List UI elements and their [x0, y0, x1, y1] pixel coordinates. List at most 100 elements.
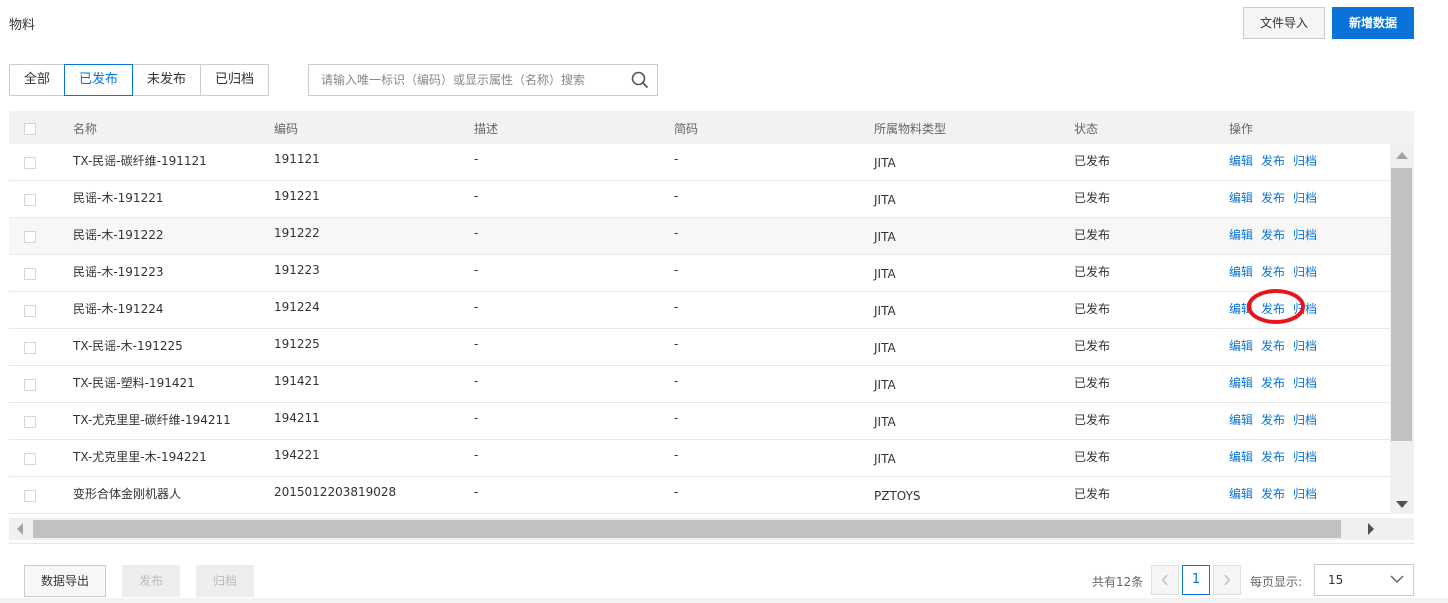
edit-link[interactable]: 编辑: [1229, 189, 1253, 206]
table-header: 名称 编码 描述 简码 所属物料类型 状态 操作: [9, 111, 1414, 144]
cell-code: 194221: [274, 448, 320, 462]
edit-link[interactable]: 编辑: [1229, 374, 1253, 391]
bulk-publish-button[interactable]: 发布: [122, 565, 180, 597]
per-page-select[interactable]: 15: [1314, 564, 1414, 596]
cell-description: -: [474, 226, 479, 240]
publish-link[interactable]: 发布: [1261, 337, 1285, 354]
archive-link[interactable]: 归档: [1293, 485, 1317, 502]
cell-short-code: -: [674, 263, 679, 277]
add-data-button[interactable]: 新增数据: [1332, 7, 1414, 39]
per-page-label: 每页显示:: [1250, 575, 1303, 589]
publish-link[interactable]: 发布: [1261, 226, 1285, 243]
column-header-description: 描述: [474, 122, 499, 136]
edit-link[interactable]: 编辑: [1229, 263, 1253, 280]
archive-link[interactable]: 归档: [1293, 300, 1317, 317]
table-row: TX-尤克里里-碳纤维-194211 194211 - - JITA 已发布 编…: [9, 403, 1390, 440]
scroll-down-arrow-icon[interactable]: [1396, 501, 1408, 508]
row-checkbox[interactable]: [24, 305, 36, 317]
edit-link[interactable]: 编辑: [1229, 337, 1253, 354]
scroll-up-arrow-icon[interactable]: [1396, 152, 1408, 159]
tab-archived[interactable]: 已归档: [200, 64, 270, 96]
scroll-right-arrow-icon[interactable]: [1368, 523, 1374, 535]
cell-material-type: JITA: [874, 378, 896, 392]
row-checkbox[interactable]: [24, 416, 36, 428]
column-header-name: 名称: [73, 122, 98, 136]
publish-link[interactable]: 发布: [1261, 448, 1285, 465]
cell-code: 191121: [274, 152, 320, 166]
tab-all[interactable]: 全部: [9, 64, 66, 96]
table-row: TX-民谣-碳纤维-191121 191121 - - JITA 已发布 编辑 …: [9, 144, 1390, 181]
row-checkbox[interactable]: [24, 490, 36, 502]
edit-link[interactable]: 编辑: [1229, 411, 1253, 428]
publish-link[interactable]: 发布: [1261, 189, 1285, 206]
cell-code: 191421: [274, 374, 320, 388]
archive-link[interactable]: 归档: [1293, 263, 1317, 280]
column-header-status: 状态: [1074, 122, 1099, 136]
row-checkbox[interactable]: [24, 342, 36, 354]
archive-link[interactable]: 归档: [1293, 226, 1317, 243]
tab-published[interactable]: 已发布: [64, 64, 134, 96]
cell-description: -: [474, 300, 479, 314]
edit-link[interactable]: 编辑: [1229, 152, 1253, 169]
scroll-left-arrow-icon[interactable]: [17, 523, 23, 535]
row-checkbox[interactable]: [24, 379, 36, 391]
archive-link[interactable]: 归档: [1293, 337, 1317, 354]
table-row: TX-民谣-木-191225 191225 - - JITA 已发布 编辑 发布…: [9, 329, 1390, 366]
edit-link[interactable]: 编辑: [1229, 226, 1253, 243]
chevron-left-icon: [1162, 574, 1168, 586]
cell-short-code: -: [674, 226, 679, 240]
bottom-strip: [0, 598, 1448, 603]
table-body: TX-民谣-碳纤维-191121 191121 - - JITA 已发布 编辑 …: [9, 144, 1390, 514]
edit-link[interactable]: 编辑: [1229, 300, 1253, 317]
search-input[interactable]: [309, 65, 619, 95]
horizontal-scroll-thumb[interactable]: [33, 520, 1341, 538]
publish-link[interactable]: 发布: [1261, 300, 1285, 317]
row-checkbox[interactable]: [24, 268, 36, 280]
cell-description: -: [474, 448, 479, 462]
cell-name: TX-民谣-碳纤维-191121: [73, 154, 207, 168]
table-row: TX-尤克里里-木-194221 194221 - - JITA 已发布 编辑 …: [9, 440, 1390, 477]
cell-short-code: -: [674, 300, 679, 314]
prev-page-button[interactable]: [1151, 565, 1179, 595]
archive-link[interactable]: 归档: [1293, 189, 1317, 206]
archive-link[interactable]: 归档: [1293, 152, 1317, 169]
cell-material-type: JITA: [874, 193, 896, 207]
tab-unpublished[interactable]: 未发布: [132, 64, 202, 96]
data-export-button[interactable]: 数据导出: [24, 565, 106, 597]
cell-short-code: -: [674, 411, 679, 425]
table-row: TX-民谣-塑料-191421 191421 - - JITA 已发布 编辑 发…: [9, 366, 1390, 403]
publish-link[interactable]: 发布: [1261, 263, 1285, 280]
vertical-scrollbar[interactable]: [1390, 144, 1414, 514]
cell-description: -: [474, 263, 479, 277]
archive-link[interactable]: 归档: [1293, 374, 1317, 391]
bulk-archive-button[interactable]: 归档: [196, 565, 254, 597]
row-checkbox[interactable]: [24, 453, 36, 465]
page-number-current[interactable]: 1: [1182, 565, 1210, 595]
edit-link[interactable]: 编辑: [1229, 485, 1253, 502]
search-icon[interactable]: [631, 71, 649, 89]
cell-material-type: JITA: [874, 267, 896, 281]
publish-link[interactable]: 发布: [1261, 152, 1285, 169]
cell-name: 民谣-木-191224: [73, 302, 164, 316]
row-checkbox[interactable]: [24, 194, 36, 206]
select-all-checkbox[interactable]: [24, 123, 36, 135]
column-header-short-code: 简码: [674, 122, 699, 136]
chevron-right-icon: [1224, 574, 1230, 586]
edit-link[interactable]: 编辑: [1229, 448, 1253, 465]
row-checkbox[interactable]: [24, 231, 36, 243]
vertical-scroll-thumb[interactable]: [1391, 168, 1412, 441]
cell-short-code: -: [674, 448, 679, 462]
cell-description: -: [474, 374, 479, 388]
cell-status: 已发布: [1074, 339, 1111, 353]
archive-link[interactable]: 归档: [1293, 411, 1317, 428]
publish-link[interactable]: 发布: [1261, 374, 1285, 391]
chevron-down-icon: [1390, 575, 1404, 584]
row-checkbox[interactable]: [24, 157, 36, 169]
next-page-button[interactable]: [1213, 565, 1241, 595]
publish-link[interactable]: 发布: [1261, 485, 1285, 502]
publish-link[interactable]: 发布: [1261, 411, 1285, 428]
file-import-button[interactable]: 文件导入: [1243, 7, 1325, 39]
cell-material-type: JITA: [874, 156, 896, 170]
archive-link[interactable]: 归档: [1293, 448, 1317, 465]
horizontal-scrollbar[interactable]: [9, 518, 1414, 540]
